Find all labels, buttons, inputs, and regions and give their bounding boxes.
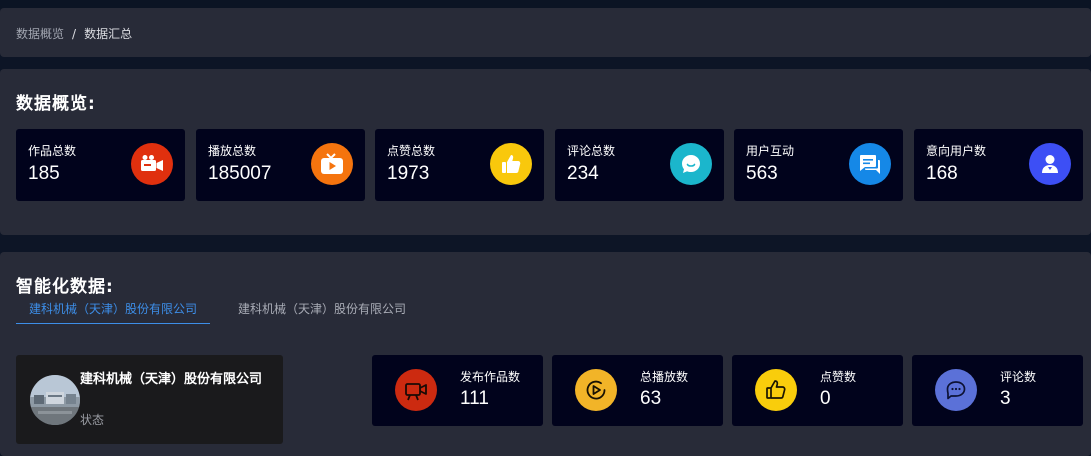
tab-company-1[interactable]: 建科机械（天津）股份有限公司 bbox=[16, 301, 211, 324]
video-camera-icon bbox=[131, 143, 173, 185]
stat-value: 185 bbox=[28, 163, 60, 184]
stat-card-works: 作品总数 185 bbox=[16, 129, 185, 201]
company-avatar bbox=[30, 375, 80, 425]
tab-company-2[interactable]: 建科机械（天津）股份有限公司 bbox=[225, 301, 419, 324]
comment-bubble-icon bbox=[670, 143, 712, 185]
breadcrumb-parent[interactable]: 数据概览 bbox=[16, 25, 64, 42]
smart-data-panel: 智能化数据: 建科机械（天津）股份有限公司 建科机械（天津）股份有限公司 建科机… bbox=[0, 252, 1091, 456]
company-status: 状态 bbox=[80, 413, 105, 427]
metric-value: 63 bbox=[640, 388, 662, 409]
thumbs-up-icon bbox=[490, 143, 532, 185]
top-strip bbox=[0, 0, 1091, 8]
metric-label: 评论数 bbox=[1000, 370, 1037, 384]
company-tabs: 建科机械（天津）股份有限公司 建科机械（天津）股份有限公司 bbox=[16, 301, 419, 325]
breadcrumb-separator: / bbox=[72, 26, 77, 41]
breadcrumb: 数据概览 / 数据汇总 bbox=[16, 25, 132, 42]
message-dots-icon bbox=[935, 369, 977, 411]
stat-label: 点赞总数 bbox=[387, 144, 436, 158]
metric-card-published: 发布作品数 111 bbox=[372, 355, 543, 426]
metric-label: 发布作品数 bbox=[460, 370, 521, 384]
metric-label: 点赞数 bbox=[820, 370, 857, 384]
stat-value: 563 bbox=[746, 163, 778, 184]
metric-value: 3 bbox=[1000, 388, 1011, 409]
stat-card-interactions: 用户互动 563 bbox=[734, 129, 903, 201]
metric-label: 总播放数 bbox=[640, 370, 689, 384]
tv-play-icon bbox=[311, 143, 353, 185]
stat-label: 用户互动 bbox=[746, 144, 795, 158]
stat-label: 播放总数 bbox=[208, 144, 257, 158]
metric-card-plays: 总播放数 63 bbox=[552, 355, 723, 426]
overview-title: 数据概览: bbox=[16, 94, 96, 114]
stat-card-intent-users: 意向用户数 168 bbox=[914, 129, 1083, 201]
stat-card-plays: 播放总数 185007 bbox=[196, 129, 365, 201]
smart-data-title: 智能化数据: bbox=[16, 277, 114, 297]
metric-card-comments: 评论数 3 bbox=[912, 355, 1083, 426]
stat-value: 1973 bbox=[387, 163, 430, 184]
play-circle-icon bbox=[575, 369, 617, 411]
breadcrumb-current: 数据汇总 bbox=[84, 27, 133, 41]
breadcrumb-bar: 数据概览 / 数据汇总 bbox=[0, 8, 1091, 57]
stat-card-likes: 点赞总数 1973 bbox=[375, 129, 544, 201]
stat-label: 评论总数 bbox=[567, 144, 616, 158]
video-camera-outline-icon bbox=[395, 369, 437, 411]
company-name: 建科机械（天津）股份有限公司 bbox=[80, 372, 263, 387]
metric-value: 0 bbox=[820, 388, 831, 409]
stat-card-comments: 评论总数 234 bbox=[555, 129, 724, 201]
overview-panel: 数据概览: 作品总数 185 播放总数 185007 点赞总数 1973 评论总… bbox=[0, 69, 1091, 235]
metric-card-likes: 点赞数 0 bbox=[732, 355, 903, 426]
stat-value: 185007 bbox=[208, 163, 272, 184]
stat-label: 作品总数 bbox=[28, 144, 77, 158]
company-card[interactable]: 建科机械（天津）股份有限公司 状态 bbox=[16, 355, 283, 444]
metric-value: 111 bbox=[460, 388, 489, 409]
stat-value: 234 bbox=[567, 163, 599, 184]
stat-label: 意向用户数 bbox=[926, 144, 987, 158]
thumbs-up-outline-icon bbox=[755, 369, 797, 411]
user-badge-icon bbox=[1029, 143, 1071, 185]
chat-icon bbox=[849, 143, 891, 185]
stat-value: 168 bbox=[926, 163, 958, 184]
